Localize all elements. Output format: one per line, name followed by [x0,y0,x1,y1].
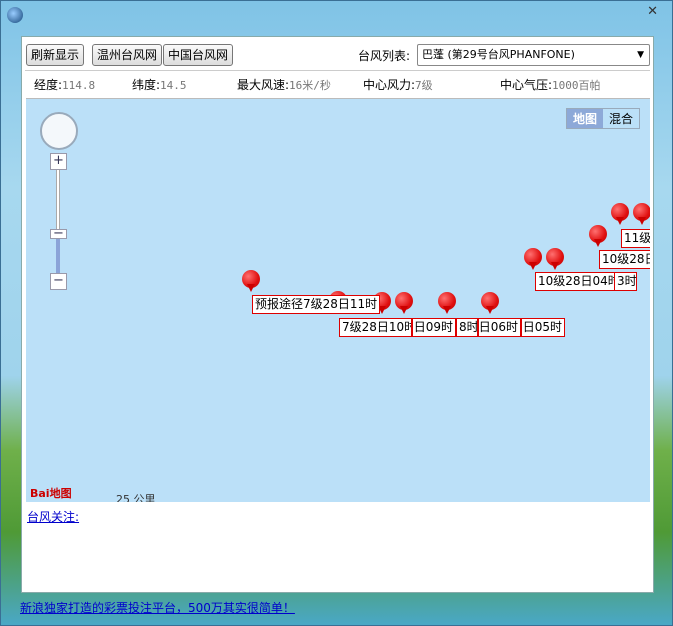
typhoon-marker[interactable] [242,270,260,292]
baidu-map-logo: Bai地图 [30,487,72,500]
track-label: 8日06时 [478,318,521,337]
track-label: 10级28日04时 [535,272,615,291]
pan-control[interactable] [40,112,78,150]
refresh-button[interactable]: 刷新显示 [26,44,85,66]
typhoon-focus-link[interactable]: 台风关注: [27,508,79,525]
divider [25,70,650,71]
zoom-handle[interactable]: − [50,227,67,240]
typhoon-marker[interactable] [633,203,650,225]
typhoon-map[interactable]: + − − 地图 混合 预报途径7级28日11时 7级28日10时 8日09时 … [26,98,650,502]
app-icon [7,7,23,23]
track-label: 8日05时 [521,318,565,337]
track-label: 8日09时 [412,318,456,337]
map-type-switch: 地图 混合 [565,108,640,129]
track-label: 10级28日 [599,250,650,269]
longitude: 经度:114.8 [34,78,96,92]
track-label: 3时 [614,272,637,291]
typhoon-select[interactable]: 巴蓬 (第29号台风PHANFONE) ▼ [417,44,650,66]
typhoon-marker[interactable] [546,248,564,270]
map-scale: 25 公里 [116,493,156,502]
track-label: 预报途径7级28日11时 [252,295,381,314]
typhoon-marker[interactable] [589,225,607,247]
zoom-in-button[interactable]: + [50,153,67,170]
typhoon-select-value: 巴蓬 (第29号台风PHANFONE) [422,48,575,61]
typhoon-marker[interactable] [481,292,499,314]
chevron-down-icon: ▼ [637,50,644,60]
track-label: 11级 [621,229,650,248]
china-typhoon-button[interactable]: 中国台风网 [163,44,234,66]
center-pressure: 中心气压:1000百帕 [500,78,601,92]
typhoon-marker[interactable] [611,203,629,225]
track-label: 7级28日10时 [339,318,412,337]
close-button[interactable]: ✕ [647,4,658,19]
typhoon-list-label: 台风列表: [358,49,411,63]
max-wind-speed: 最大风速:16米/秒 [237,78,331,92]
wenzhou-typhoon-button[interactable]: 温州台风网 [92,44,163,66]
typhoon-marker[interactable] [395,292,413,314]
typhoon-focus-panel: 台风关注: [22,502,653,592]
client-area: 刷新显示 温州台风网 中国台风网 台风列表: 巴蓬 (第29号台风PHANFON… [21,36,654,593]
track-label: 8时 [456,318,478,337]
map-type-map[interactable]: 地图 [566,109,603,128]
app-window: ✕ 刷新显示 温州台风网 中国台风网 台风列表: 巴蓬 (第29号台风PHANF… [0,0,673,626]
latitude: 纬度:14.5 [132,78,187,92]
center-force: 中心风力:7级 [363,78,433,92]
map-type-hybrid[interactable]: 混合 [603,109,639,128]
zoom-out-button[interactable]: − [50,273,67,290]
lottery-ad-link[interactable]: 新浪独家打造的彩票投注平台，500万其实很简单！ [20,599,295,616]
typhoon-marker[interactable] [524,248,542,270]
typhoon-marker[interactable] [438,292,456,314]
